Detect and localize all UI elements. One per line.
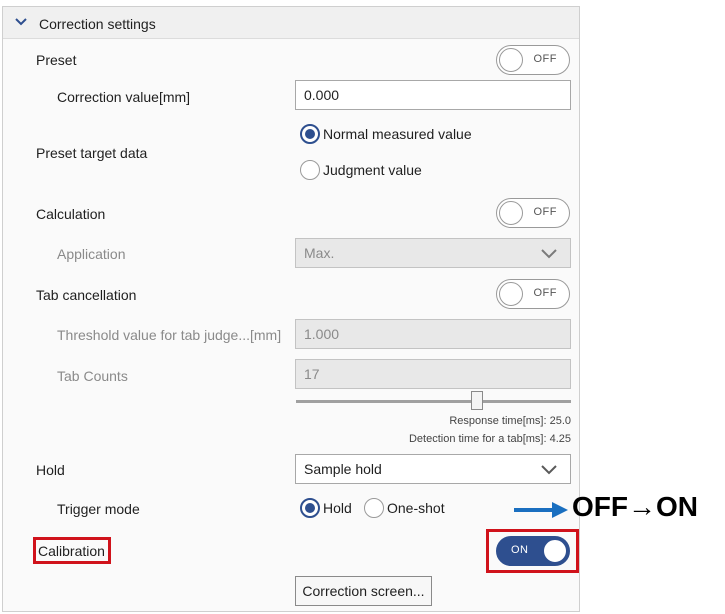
tab-cancellation-toggle[interactable]: OFF bbox=[496, 279, 570, 309]
radio-hold[interactable]: Hold bbox=[300, 498, 352, 518]
chevron-down-icon bbox=[541, 249, 557, 259]
toggle-knob bbox=[499, 201, 523, 225]
radio-button[interactable] bbox=[300, 160, 320, 180]
section-title: Correction settings bbox=[39, 16, 156, 32]
tab-counts-slider-track[interactable] bbox=[296, 400, 571, 403]
threshold-label: Threshold value for tab judge...[mm] bbox=[57, 327, 282, 343]
trigger-mode-label: Trigger mode bbox=[57, 501, 140, 517]
detection-time-text: Detection time for a tab[ms]: 4.25 bbox=[408, 433, 571, 445]
hold-dropdown[interactable]: Sample hold bbox=[295, 454, 571, 484]
right-arrow-icon bbox=[514, 502, 568, 518]
response-time-text: Response time[ms]: 25.0 bbox=[449, 415, 571, 427]
section-header[interactable]: Correction settings bbox=[3, 7, 579, 39]
tab-cancellation-toggle-state: OFF bbox=[533, 287, 557, 299]
hold-value: Sample hold bbox=[304, 461, 382, 477]
calculation-toggle-state: OFF bbox=[533, 206, 557, 218]
radio-judgment[interactable]: Judgment value bbox=[300, 160, 422, 180]
toggle-knob bbox=[543, 539, 567, 563]
threshold-value: 1.000 bbox=[304, 326, 340, 342]
application-label: Application bbox=[57, 246, 126, 262]
tab-counts-value: 17 bbox=[304, 366, 320, 382]
radio-one-shot-label: One-shot bbox=[387, 500, 445, 516]
calibration-toggle[interactable]: ON bbox=[496, 536, 570, 566]
radio-button-selected[interactable] bbox=[300, 498, 320, 518]
preset-target-label: Preset target data bbox=[36, 145, 148, 161]
radio-button[interactable] bbox=[364, 498, 384, 518]
radio-hold-label: Hold bbox=[323, 500, 352, 516]
tab-counts-label: Tab Counts bbox=[57, 368, 128, 384]
radio-normal-measured[interactable]: Normal measured value bbox=[300, 124, 472, 144]
hold-label: Hold bbox=[36, 462, 65, 478]
preset-toggle-state: OFF bbox=[533, 53, 557, 65]
correction-value-input[interactable]: 0.000 bbox=[295, 80, 571, 110]
toggle-knob bbox=[499, 48, 523, 72]
preset-label: Preset bbox=[36, 52, 77, 68]
tab-counts-input[interactable]: 17 bbox=[295, 359, 571, 389]
correction-value-text: 0.000 bbox=[304, 87, 340, 103]
radio-one-shot[interactable]: One-shot bbox=[364, 498, 445, 518]
preset-toggle[interactable]: OFF bbox=[496, 45, 570, 75]
tab-cancellation-label: Tab cancellation bbox=[36, 287, 137, 303]
calibration-toggle-state: ON bbox=[511, 544, 529, 556]
annotation-text: OFF→ON bbox=[572, 491, 698, 522]
chevron-down-icon bbox=[541, 465, 557, 475]
calculation-label: Calculation bbox=[36, 206, 106, 222]
correction-screen-button[interactable]: Correction screen... bbox=[295, 576, 432, 606]
calculation-toggle[interactable]: OFF bbox=[496, 198, 570, 228]
chevron-down-icon bbox=[15, 18, 27, 26]
correction-value-label: Correction value[mm] bbox=[57, 89, 191, 105]
radio-normal-label: Normal measured value bbox=[323, 126, 472, 142]
toggle-knob bbox=[499, 282, 523, 306]
radio-judgment-label: Judgment value bbox=[323, 162, 422, 178]
threshold-input[interactable]: 1.000 bbox=[295, 319, 571, 349]
application-value: Max. bbox=[304, 245, 335, 261]
application-dropdown[interactable]: Max. bbox=[295, 238, 571, 268]
calibration-label: Calibration bbox=[38, 543, 105, 559]
radio-button-selected[interactable] bbox=[300, 124, 320, 144]
tab-counts-slider-thumb[interactable] bbox=[471, 391, 483, 410]
